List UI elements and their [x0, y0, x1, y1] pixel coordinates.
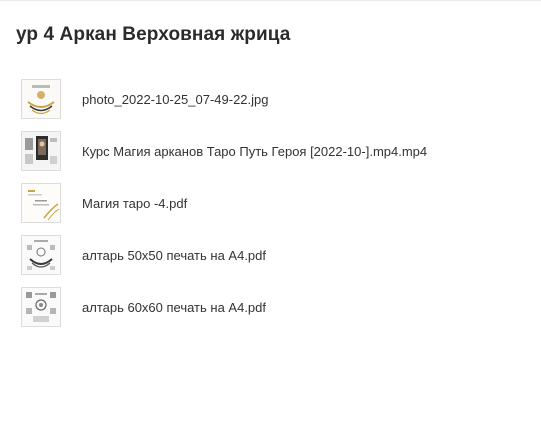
pdf-thumbnail-icon — [21, 235, 61, 275]
file-row-altar-50[interactable]: алтарь 50x50 печать на А4.pdf — [21, 235, 521, 275]
top-divider — [0, 0, 541, 1]
folder-title: ур 4 Аркан Верховная жрица — [16, 24, 291, 45]
file-row-altar-60[interactable]: алтарь 60x60 печать на А4.pdf — [21, 287, 521, 327]
file-name: photo_2022-10-25_07-49-22.jpg — [82, 91, 269, 107]
file-name: Курс Магия арканов Таро Путь Героя [2022… — [82, 143, 428, 159]
pdf-thumbnail-icon — [21, 287, 61, 327]
file-row-pdf-magic[interactable]: Магия таро -4.pdf — [21, 183, 521, 223]
file-name: Магия таро -4.pdf — [82, 195, 188, 211]
file-row-video[interactable]: Курс Магия арканов Таро Путь Героя [2022… — [21, 131, 521, 171]
pdf-thumbnail-icon — [21, 183, 61, 223]
file-name: алтарь 50x50 печать на А4.pdf — [82, 247, 266, 263]
file-name: алтарь 60x60 печать на А4.pdf — [82, 299, 266, 315]
video-thumbnail-icon — [21, 131, 61, 171]
file-row-photo[interactable]: photo_2022-10-25_07-49-22.jpg — [21, 79, 521, 119]
file-list: photo_2022-10-25_07-49-22.jpg Курс Магия… — [21, 79, 521, 339]
image-thumbnail-icon — [21, 79, 61, 119]
